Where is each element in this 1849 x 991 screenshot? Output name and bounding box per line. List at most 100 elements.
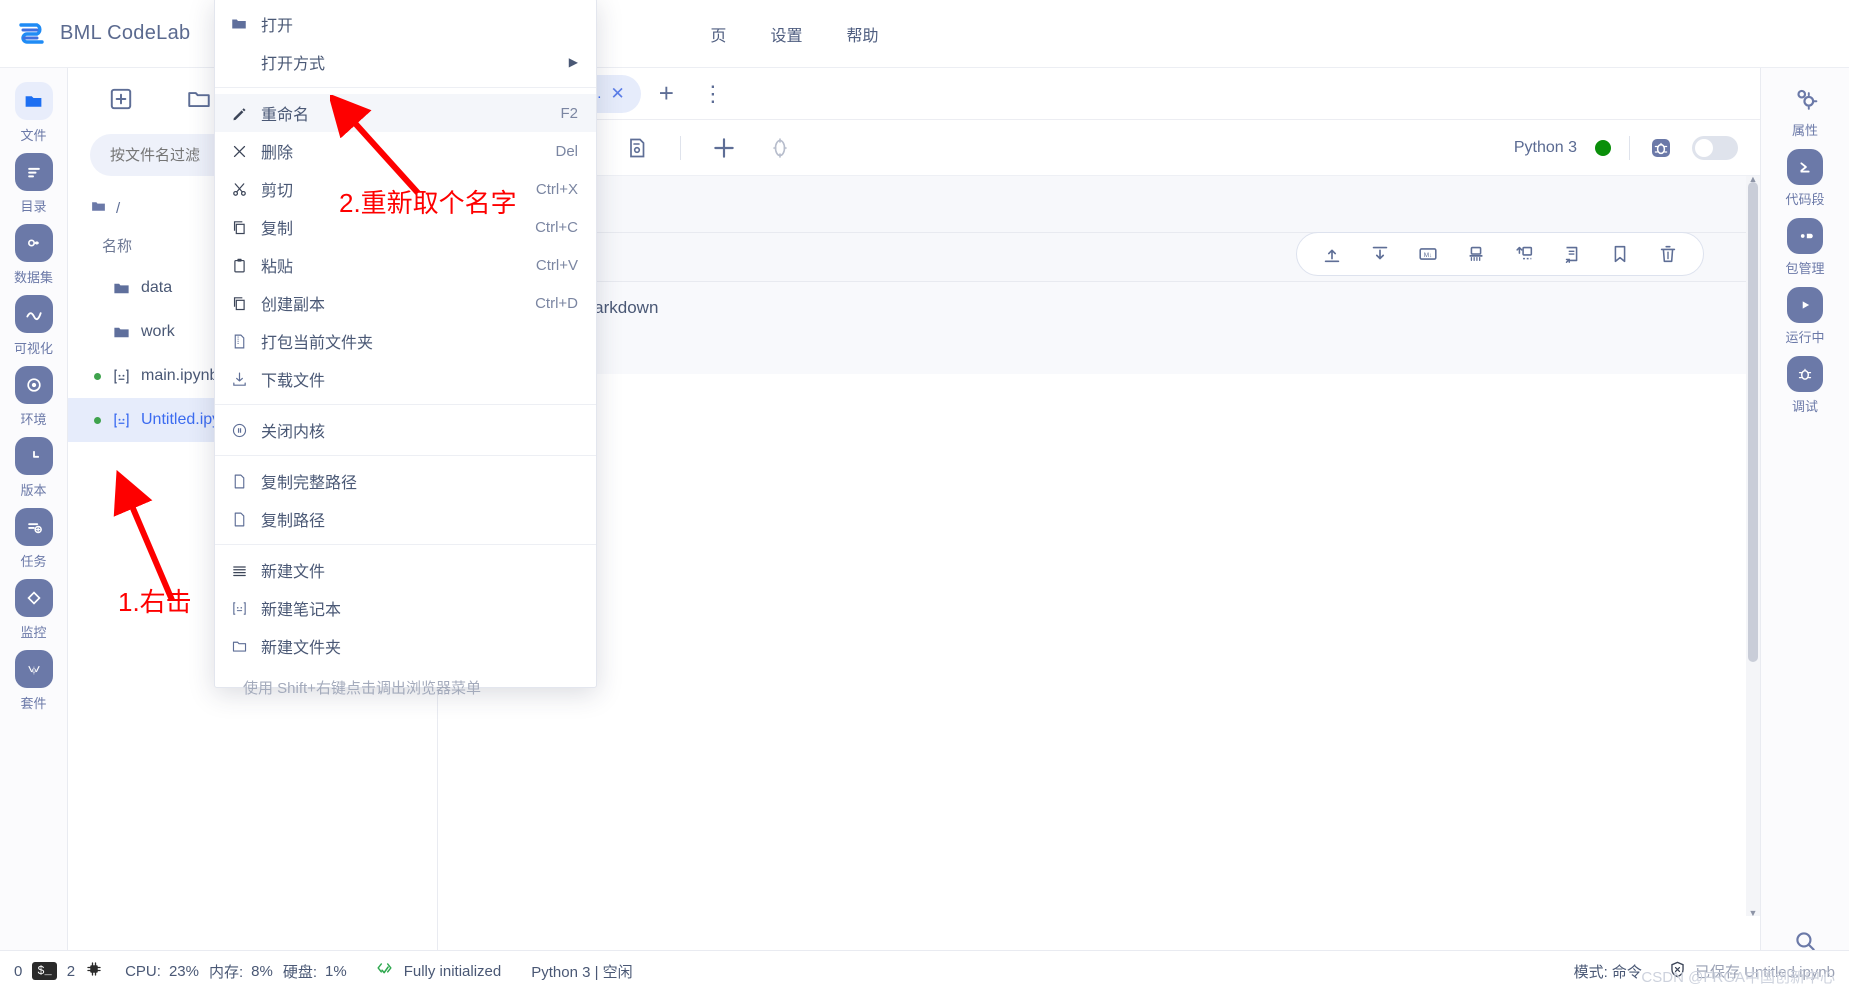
- context-menu-label: 打开方式: [261, 56, 326, 73]
- monitor-icon: [14, 579, 53, 617]
- sidebar-item-dataset[interactable]: 数据集: [3, 224, 65, 286]
- menu-item-settings[interactable]: 设置: [770, 22, 802, 46]
- context-menu-item-new-file[interactable]: 新建文件: [215, 551, 596, 589]
- running-dot: [94, 416, 101, 424]
- right-sidebar-item-properties[interactable]: 属性: [1787, 80, 1823, 139]
- svg-text:M↓: M↓: [1424, 252, 1433, 259]
- download-icon: [229, 369, 249, 389]
- save-snapshot-icon[interactable]: [624, 135, 650, 161]
- kernel-status-indicator: [1595, 139, 1611, 156]
- terminal-icon[interactable]: $_: [32, 962, 57, 980]
- sidebar-item-visualization[interactable]: 可视化: [3, 295, 65, 357]
- context-menu-item-new-folder[interactable]: 新建文件夹: [215, 627, 596, 665]
- new-folder-icon[interactable]: [186, 86, 212, 112]
- delete-cell-icon[interactable]: [1657, 243, 1679, 265]
- context-menu-label: 新建文件: [261, 564, 326, 581]
- context-menu-item-open-with[interactable]: 打开方式 ▶: [215, 43, 596, 81]
- context-menu-shortcut: Ctrl+C: [535, 218, 578, 236]
- bookmark-icon[interactable]: [1609, 243, 1631, 265]
- sidebar-label-version: 版本: [20, 483, 47, 498]
- context-menu-label: 复制完整路径: [261, 475, 358, 492]
- folder-icon: [14, 82, 53, 120]
- memory-label: 内存:: [208, 963, 244, 981]
- new-launcher-icon[interactable]: [108, 86, 134, 112]
- new-file-icon: [229, 560, 249, 580]
- context-menu-item-shutdown-kernel[interactable]: 关闭内核: [215, 411, 596, 449]
- context-menu-shortcut: F2: [560, 104, 578, 122]
- add-cell-icon[interactable]: [711, 135, 737, 161]
- add-tab-button[interactable]: +: [645, 78, 688, 109]
- context-menu-hint: 使用 Shift+右键点击调出浏览器菜单: [243, 680, 481, 697]
- context-menu-item-zip-folder[interactable]: 打包当前文件夹: [215, 322, 596, 360]
- gears-icon: [1787, 80, 1823, 116]
- folder-icon: [111, 322, 131, 342]
- sidebar-item-version[interactable]: 版本: [3, 437, 65, 499]
- snippet-icon: [1786, 149, 1823, 185]
- notebook-icon: [111, 410, 131, 430]
- debug-toggle[interactable]: [1692, 135, 1738, 160]
- dataset-icon: [14, 224, 53, 262]
- context-menu-item-open[interactable]: 打开: [215, 5, 596, 43]
- context-menu-label: 新建文件夹: [261, 640, 342, 657]
- clear-output-icon[interactable]: [1465, 243, 1487, 265]
- terminal-count[interactable]: 0: [14, 963, 22, 980]
- sidebar-item-monitor[interactable]: 监控: [3, 579, 65, 641]
- settings-ring-icon[interactable]: [767, 135, 793, 161]
- sidebar-item-task[interactable]: 任务: [3, 508, 65, 570]
- tab-overflow-menu-button[interactable]: ⋮: [692, 81, 736, 107]
- markdown-cell-icon[interactable]: M↓: [1417, 243, 1439, 265]
- context-menu-item-copy-full-path[interactable]: 复制完整路径: [215, 462, 596, 500]
- memory-stat: 内存: 8%: [209, 961, 273, 982]
- close-x-icon: [229, 141, 249, 161]
- scrollbar-thumb[interactable]: [1748, 182, 1758, 662]
- cpu-stat: CPU: 23%: [125, 963, 199, 980]
- menu-item-help[interactable]: 帮助: [846, 22, 878, 46]
- kernel-count[interactable]: 2: [67, 963, 75, 980]
- context-menu-item-copy-path[interactable]: 复制路径: [215, 500, 596, 538]
- context-menu-item-new-notebook[interactable]: 新建笔记本: [215, 589, 596, 627]
- sidebar-item-kit[interactable]: ϕ 套件: [3, 650, 65, 712]
- menu-bar: 页 设置 帮助: [710, 22, 878, 46]
- context-menu-item-paste[interactable]: 粘贴 Ctrl+V: [215, 246, 596, 284]
- chart-icon: [14, 295, 53, 333]
- menu-divider: [215, 404, 596, 405]
- run-and-advance-icon[interactable]: [1561, 243, 1583, 265]
- scroll-down-arrow[interactable]: ▼: [1748, 908, 1758, 918]
- notebook-icon: [229, 598, 249, 618]
- right-sidebar-item-running[interactable]: 运行中: [1785, 287, 1825, 346]
- menu-item-page[interactable]: 页: [710, 22, 726, 46]
- close-icon[interactable]: ✕: [610, 84, 624, 104]
- context-menu-item-delete[interactable]: 删除 Del: [215, 132, 596, 170]
- tab-strip: ✕ Untitled.ip... ✕ + ⋮: [438, 68, 1760, 120]
- move-cell-up-icon[interactable]: [1321, 243, 1343, 265]
- sidebar-label-monitor: 监控: [20, 625, 47, 640]
- sidebar-label-task: 任务: [20, 554, 47, 569]
- sidebar-label-visualization: 可视化: [13, 341, 53, 356]
- right-sidebar-item-packages[interactable]: 包管理: [1785, 218, 1825, 277]
- sidebar-item-environment[interactable]: 环境: [3, 366, 65, 428]
- file-context-menu: 打开 打开方式 ▶ 重命名 F2 删除 Del 剪切 Ctrl+X 复制 Ctr…: [214, 0, 597, 697]
- environment-icon: [14, 366, 53, 404]
- kernel-status-text[interactable]: Python 3 | 空闲: [531, 961, 632, 982]
- cpu-icon: [85, 960, 103, 982]
- bug-icon[interactable]: [1648, 135, 1674, 161]
- context-menu-item-duplicate[interactable]: 创建副本 Ctrl+D: [215, 284, 596, 322]
- task-icon: [14, 508, 53, 546]
- notebook-scrollbar[interactable]: ▲ ▼: [1746, 174, 1760, 918]
- sidebar-item-files[interactable]: 文件: [3, 82, 65, 144]
- right-sidebar-item-snippets[interactable]: 代码段: [1785, 149, 1825, 208]
- context-menu-label: 创建副本: [261, 297, 326, 314]
- menu-divider: [215, 455, 596, 456]
- move-cell-down-icon[interactable]: [1369, 243, 1391, 265]
- right-sidebar-item-debug[interactable]: 调试: [1787, 356, 1823, 415]
- context-menu-label: 关闭内核: [261, 424, 326, 441]
- sidebar-item-toc[interactable]: 目录: [3, 153, 65, 215]
- context-menu-item-download[interactable]: 下载文件: [215, 360, 596, 398]
- insert-cell-above-icon[interactable]: [1513, 243, 1535, 265]
- kernel-name-label[interactable]: Python 3: [1514, 139, 1577, 157]
- disk-label: 硬盘:: [282, 963, 317, 981]
- right-sidebar-label-packages: 包管理: [1785, 261, 1825, 276]
- brand: BML CodeLab: [0, 17, 190, 51]
- context-menu-item-rename[interactable]: 重命名 F2: [215, 94, 596, 132]
- status-bar-right: 模式: 命令 已保存 Untitled.ipynb: [1574, 960, 1849, 983]
